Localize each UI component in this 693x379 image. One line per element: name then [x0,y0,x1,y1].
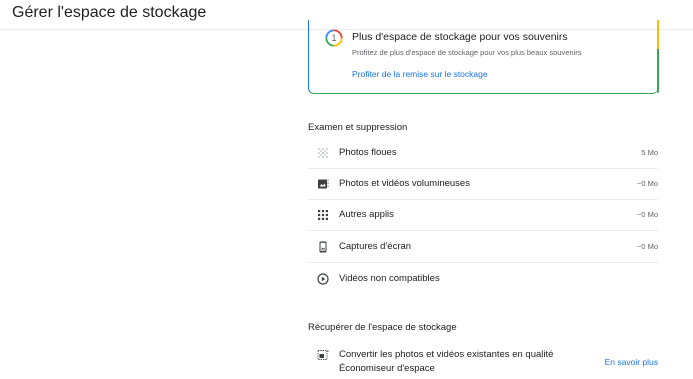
review-item-screenshots[interactable]: Captures d'écran ~0 Mo [308,232,658,263]
promo-subtitle: Profitez de plus d'espace de stockage po… [352,48,582,57]
review-section-title: Examen et suppression [308,122,408,133]
review-item-label: Vidéos non compatibles [339,273,440,284]
storage-page: Gérer l'espace de stockage 1 Plus d'espa… [0,0,693,379]
review-item-label: Autres applis [339,209,394,220]
screenshot-icon [319,241,327,253]
review-item-other-apps[interactable]: Autres applis ~0 Mo [308,200,658,231]
recover-section-title: Récupérer de l'espace de stockage [308,322,457,333]
review-item-blurry-photos[interactable]: Photos floues 5 Mo [308,138,658,169]
review-item-unsupported-videos[interactable]: Vidéos non compatibles [308,264,658,295]
apps-grid-icon [318,210,328,220]
review-item-label: Photos floues [339,147,397,158]
review-item-size: 5 Mo [641,148,658,157]
review-item-label: Photos et vidéos volumineuses [339,178,470,189]
storage-promo-card: 1 Plus d'espace de stockage pour vos sou… [308,20,659,94]
learn-more-link[interactable]: En savoir plus [605,357,658,367]
play-circle-icon [317,273,329,285]
convert-storage-saver-row[interactable]: Convertir les photos et vidéos existante… [308,346,658,379]
promo-title: Plus d'espace de stockage pour vos souve… [352,31,568,43]
promo-card-edge [657,20,659,93]
review-item-label: Captures d'écran [339,241,412,252]
convert-label-line2: Économiseur d'espace [339,363,435,374]
promo-badge-number: 1 [331,33,336,43]
page-title: Gérer l'espace de stockage [12,4,207,21]
review-item-size: ~0 Mo [636,210,658,219]
blur-grid-icon [318,148,328,158]
compress-media-icon [317,350,329,360]
review-item-large-media[interactable]: Photos et vidéos volumineuses ~0 Mo [308,169,658,200]
review-item-size: ~0 Mo [636,179,658,188]
google-one-icon: 1 [325,29,343,47]
convert-label-line1: Convertir les photos et vidéos existante… [339,349,554,360]
review-item-size: ~0 Mo [636,242,658,251]
storage-discount-link[interactable]: Profiter de la remise sur le stockage [352,69,488,79]
large-media-icon [318,179,329,189]
